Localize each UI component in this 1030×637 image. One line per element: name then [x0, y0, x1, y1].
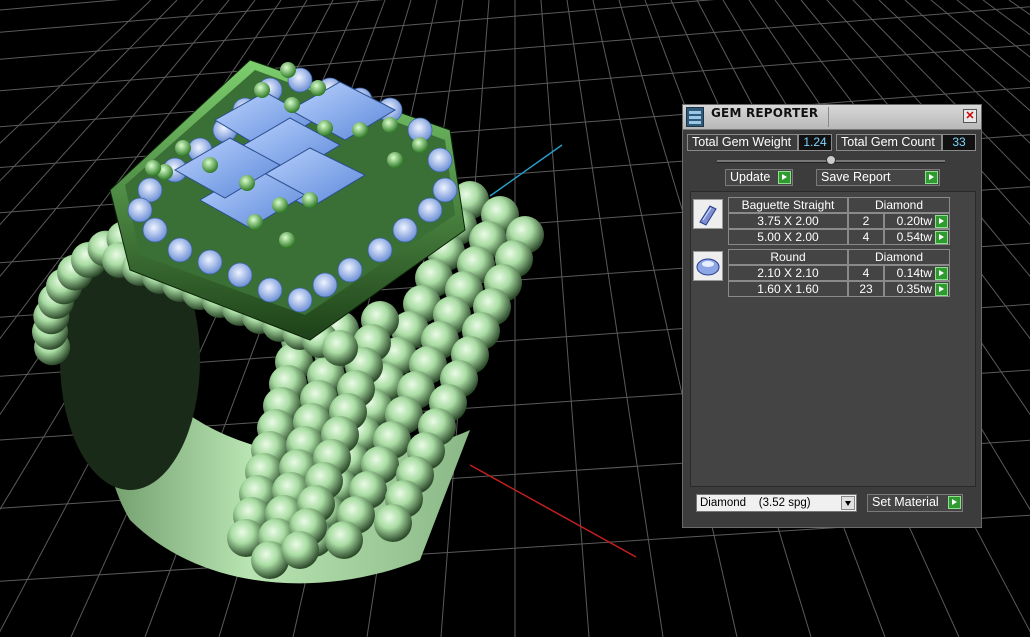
- round-stone: [367, 237, 393, 263]
- round-stone: [127, 197, 153, 223]
- baguette-gem-icon: [693, 199, 723, 229]
- round-stone: [142, 217, 168, 243]
- round-stone: [427, 147, 453, 173]
- play-arrow-icon[interactable]: [935, 283, 948, 296]
- round-gem-icon: [693, 251, 723, 281]
- material-dropdown-value: Diamond (3.52 spg): [700, 497, 811, 509]
- prong: [247, 214, 263, 230]
- round-stone: [227, 262, 253, 288]
- prong: [302, 192, 318, 208]
- prong: [382, 117, 398, 133]
- gem-weight-value: 0.54tw: [896, 230, 932, 244]
- gem-weight-cell[interactable]: 0.54tw: [884, 229, 950, 245]
- gem-material-cell: Diamond: [848, 197, 950, 213]
- gem-material-cell: Diamond: [848, 249, 950, 265]
- gem-weight-value: 0.14tw: [896, 266, 932, 280]
- close-icon[interactable]: ✕: [963, 109, 977, 123]
- play-arrow-icon: [948, 496, 961, 509]
- round-stone: [432, 177, 458, 203]
- gem-reporter-app-icon: [686, 107, 704, 127]
- prong: [175, 140, 191, 156]
- gem-count-cell: 4: [848, 229, 884, 245]
- gem-shape-cell: Baguette Straight: [728, 197, 848, 213]
- gem-count-cell: 23: [848, 281, 884, 297]
- z-axis-line: [489, 144, 563, 197]
- ring-bead: [281, 531, 319, 569]
- total-gem-weight-label: Total Gem Weight: [687, 134, 798, 151]
- save-report-button-label: Save Report: [821, 170, 891, 184]
- play-arrow-icon[interactable]: [935, 267, 948, 280]
- material-dropdown[interactable]: Diamond (3.52 spg): [696, 494, 857, 512]
- gem-weight-cell[interactable]: 0.35tw: [884, 281, 950, 297]
- total-gem-count-value: 33: [942, 134, 976, 151]
- round-stone: [287, 287, 313, 313]
- ring-bead: [322, 330, 358, 366]
- gem-size-cell: 3.75 X 2.00: [728, 213, 848, 229]
- prong: [284, 97, 300, 113]
- play-arrow-icon: [925, 171, 938, 184]
- prong: [279, 232, 295, 248]
- ring-bead: [374, 504, 412, 542]
- chevron-down-icon[interactable]: [841, 496, 855, 510]
- prong: [412, 137, 428, 153]
- round-stone: [392, 217, 418, 243]
- prong: [317, 120, 333, 136]
- save-report-button[interactable]: Save Report: [816, 169, 940, 186]
- grid-line: [982, 0, 1030, 36]
- round-stone: [417, 197, 443, 223]
- gem-size-cell: 2.10 X 2.10: [728, 265, 848, 281]
- gem-size-cell: 5.00 X 2.00: [728, 229, 848, 245]
- update-button[interactable]: Update: [725, 169, 793, 186]
- gem-weight-cell[interactable]: 0.20tw: [884, 213, 950, 229]
- slider-handle[interactable]: [826, 155, 836, 165]
- set-material-button-label: Set Material: [872, 495, 939, 509]
- gem-reporter-panel: GEM REPORTER ✕ Total Gem Weight 1.24 Tot…: [682, 104, 982, 528]
- panel-title: GEM REPORTER: [711, 106, 819, 120]
- prong: [352, 122, 368, 138]
- grid-line: [1008, 0, 1030, 16]
- round-stone: [167, 237, 193, 263]
- titlebar-divider: [828, 107, 829, 127]
- prong: [310, 80, 326, 96]
- prong: [280, 62, 296, 78]
- prong: [387, 152, 403, 168]
- total-gem-weight-value: 1.24: [798, 134, 832, 151]
- gem-count-cell: 4: [848, 265, 884, 281]
- gem-list: Baguette Straight Diamond 3.75 X 2.00 2 …: [690, 191, 976, 487]
- x-axis-line: [469, 464, 637, 558]
- play-arrow-icon: [778, 171, 791, 184]
- prong: [272, 197, 288, 213]
- play-arrow-icon[interactable]: [935, 215, 948, 228]
- total-gem-count-label: Total Gem Count: [836, 134, 942, 151]
- round-stone: [312, 272, 338, 298]
- gem-size-cell: 1.60 X 1.60: [728, 281, 848, 297]
- round-stone: [197, 249, 223, 275]
- prong: [239, 175, 255, 191]
- play-arrow-icon[interactable]: [935, 231, 948, 244]
- gem-weight-cell[interactable]: 0.14tw: [884, 265, 950, 281]
- gem-count-cell: 2: [848, 213, 884, 229]
- gem-weight-value: 0.35tw: [896, 282, 932, 296]
- round-stone: [257, 277, 283, 303]
- gem-shape-cell: Round: [728, 249, 848, 265]
- ring-model: [32, 59, 544, 584]
- gem-weight-value: 0.20tw: [896, 214, 932, 228]
- set-material-button[interactable]: Set Material: [867, 494, 963, 512]
- round-stone: [337, 257, 363, 283]
- ring-bead: [325, 521, 363, 559]
- prong: [254, 82, 270, 98]
- prong: [202, 157, 218, 173]
- update-button-label: Update: [730, 170, 771, 184]
- prong: [145, 160, 161, 176]
- panel-titlebar[interactable]: GEM REPORTER ✕: [683, 105, 981, 130]
